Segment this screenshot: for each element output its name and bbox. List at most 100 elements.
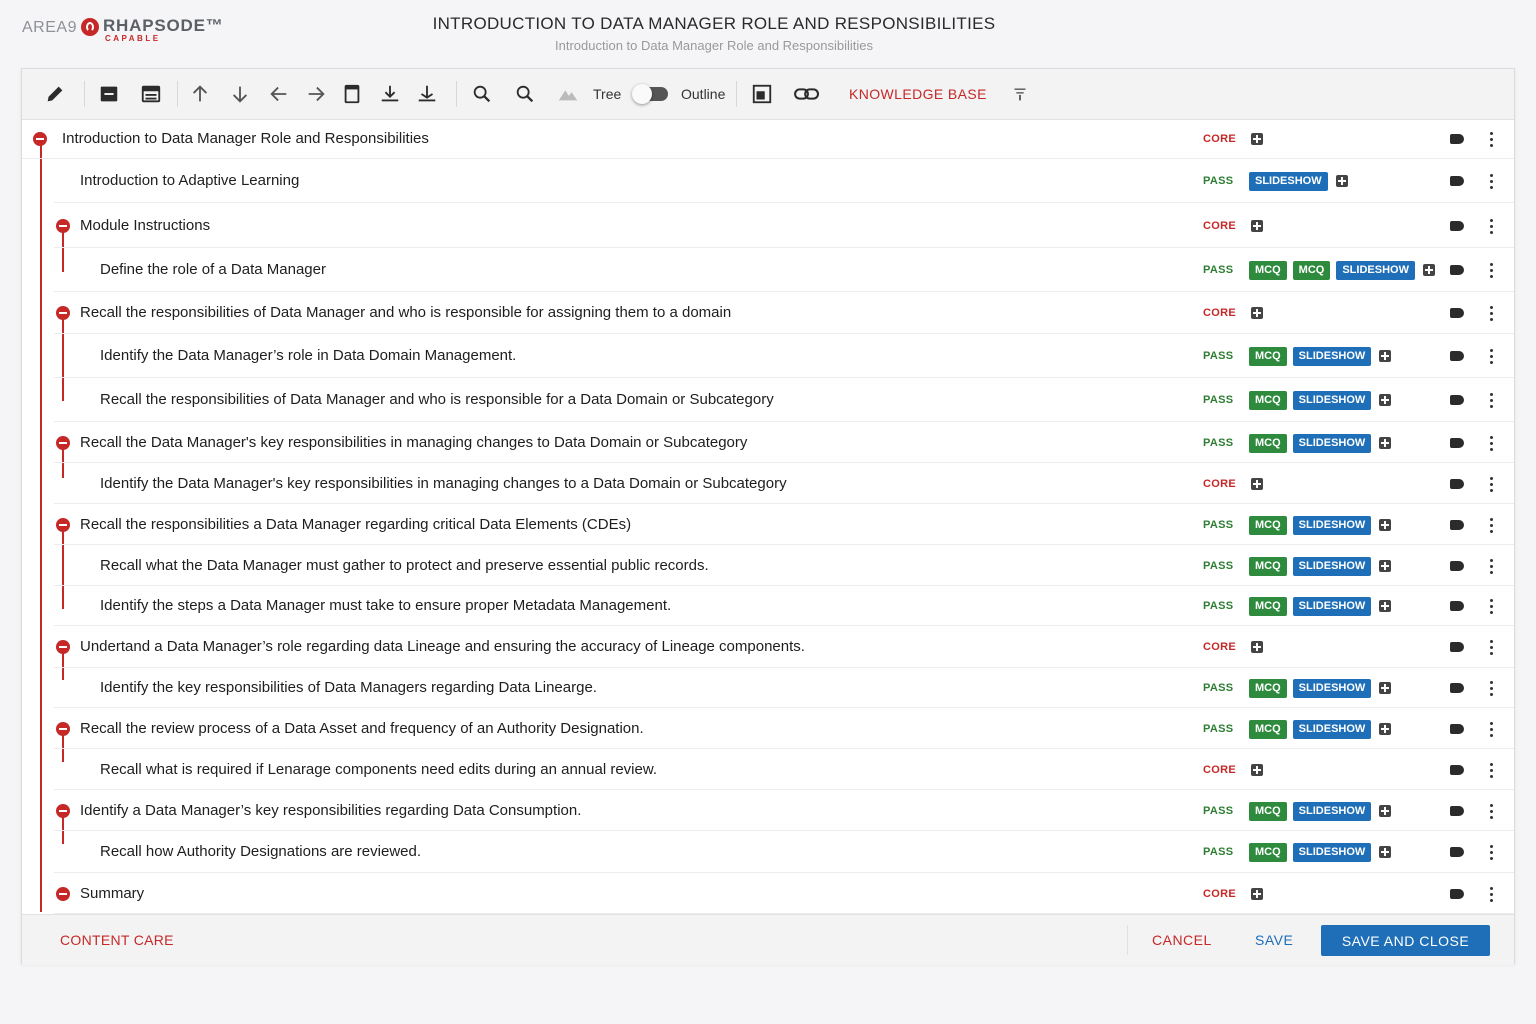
add-content-icon[interactable]: [1251, 764, 1263, 776]
tree-row[interactable]: Identify the steps a Data Manager must t…: [54, 586, 1514, 626]
more-options-icon[interactable]: [1490, 640, 1494, 656]
mountain-icon[interactable]: [556, 82, 580, 106]
add-content-icon[interactable]: [1251, 307, 1263, 319]
collapse-all-icon[interactable]: [97, 82, 121, 106]
collapse-node-icon[interactable]: [56, 436, 70, 450]
collapse-node-icon[interactable]: [33, 132, 47, 146]
add-content-icon[interactable]: [1251, 220, 1263, 232]
tree-row[interactable]: Undertand a Data Manager’s role regardin…: [54, 626, 1514, 668]
arrow-down-icon[interactable]: [228, 82, 252, 106]
tree-row[interactable]: Recall the Data Manager's key responsibi…: [54, 422, 1514, 463]
expand-all-icon[interactable]: [139, 82, 163, 106]
tree-row[interactable]: Recall what is required if Lenarage comp…: [54, 749, 1514, 790]
preview-icon[interactable]: [750, 82, 774, 106]
filter-icon[interactable]: [1008, 82, 1032, 106]
add-content-icon[interactable]: [1251, 478, 1263, 490]
tree-row[interactable]: Identify the Data Manager’s role in Data…: [54, 334, 1514, 378]
tree-row[interactable]: Identify a Data Manager’s key responsibi…: [54, 790, 1514, 831]
mcq-tag[interactable]: MCQ: [1292, 260, 1331, 280]
cancel-button[interactable]: CANCEL: [1152, 932, 1212, 948]
add-content-icon[interactable]: [1379, 437, 1392, 449]
mcq-tag[interactable]: MCQ: [1249, 515, 1287, 535]
add-content-icon[interactable]: [1251, 133, 1263, 145]
add-content-icon[interactable]: [1251, 888, 1263, 900]
add-content-icon[interactable]: [1379, 350, 1392, 362]
label-tag-icon[interactable]: [1450, 601, 1464, 611]
label-tag-icon[interactable]: [1450, 221, 1464, 231]
more-options-icon[interactable]: [1490, 132, 1494, 148]
zoom-icon[interactable]: [513, 82, 537, 106]
label-tag-icon[interactable]: [1450, 889, 1464, 899]
slideshow-tag[interactable]: SLIDESHOW: [1292, 842, 1372, 862]
slideshow-tag[interactable]: SLIDESHOW: [1292, 596, 1372, 616]
tree-outline-toggle[interactable]: [632, 84, 668, 104]
tree-row[interactable]: Identify the key responsibilities of Dat…: [54, 668, 1514, 708]
mcq-tag[interactable]: MCQ: [1249, 678, 1287, 698]
more-options-icon[interactable]: [1490, 681, 1494, 697]
knowledge-base-link[interactable]: KNOWLEDGE BASE: [849, 86, 987, 102]
label-tag-icon[interactable]: [1450, 520, 1464, 530]
tree-row[interactable]: Define the role of a Data Manager PASS MCQ…: [54, 248, 1514, 292]
tree-row[interactable]: Identify the Data Manager's key responsi…: [54, 463, 1514, 504]
more-options-icon[interactable]: [1490, 349, 1494, 365]
label-tag-icon[interactable]: [1450, 765, 1464, 775]
add-content-icon[interactable]: [1422, 264, 1435, 276]
add-content-icon[interactable]: [1379, 519, 1392, 531]
label-tag-icon[interactable]: [1450, 847, 1464, 857]
label-tag-icon[interactable]: [1450, 683, 1464, 693]
collapse-node-icon[interactable]: [56, 722, 70, 736]
mcq-tag[interactable]: MCQ: [1249, 596, 1287, 616]
more-options-icon[interactable]: [1490, 436, 1494, 452]
more-options-icon[interactable]: [1490, 518, 1494, 534]
mcq-tag[interactable]: MCQ: [1249, 842, 1287, 862]
label-tag-icon[interactable]: [1450, 806, 1464, 816]
save-button[interactable]: SAVE: [1255, 932, 1293, 948]
slideshow-tag[interactable]: SLIDESHOW: [1292, 556, 1372, 576]
add-content-icon[interactable]: [1251, 641, 1263, 653]
more-options-icon[interactable]: [1490, 306, 1494, 322]
more-options-icon[interactable]: [1490, 887, 1494, 903]
more-options-icon[interactable]: [1490, 763, 1494, 779]
mcq-tag[interactable]: MCQ: [1249, 719, 1287, 739]
add-content-icon[interactable]: [1379, 560, 1392, 572]
mcq-tag[interactable]: MCQ: [1249, 433, 1287, 453]
content-care-button[interactable]: CONTENT CARE: [60, 932, 174, 948]
slideshow-tag[interactable]: SLIDESHOW: [1292, 719, 1372, 739]
tree-row[interactable]: Module Instructions CORE: [54, 203, 1514, 248]
add-content-icon[interactable]: [1379, 600, 1392, 612]
tree-row[interactable]: Recall the responsibilities a Data Manag…: [54, 504, 1514, 545]
slideshow-tag[interactable]: SLIDESHOW: [1292, 390, 1372, 410]
page-icon[interactable]: [340, 82, 364, 106]
arrow-left-icon[interactable]: [267, 82, 291, 106]
collapse-node-icon[interactable]: [56, 804, 70, 818]
add-content-icon[interactable]: [1379, 682, 1392, 694]
arrow-right-icon[interactable]: [304, 82, 328, 106]
label-tag-icon[interactable]: [1450, 561, 1464, 571]
tree-row[interactable]: Summary CORE: [54, 873, 1514, 914]
more-options-icon[interactable]: [1490, 804, 1494, 820]
slideshow-tag[interactable]: SLIDESHOW: [1292, 801, 1372, 821]
tree-row[interactable]: Introduction to Adaptive Learning PASS SLI…: [54, 159, 1514, 203]
tree-row[interactable]: Recall the responsibilities of Data Mana…: [54, 378, 1514, 422]
add-content-icon[interactable]: [1335, 175, 1348, 187]
slideshow-tag[interactable]: SLIDESHOW: [1292, 678, 1372, 698]
label-tag-icon[interactable]: [1450, 438, 1464, 448]
add-content-icon[interactable]: [1379, 723, 1392, 735]
label-tag-icon[interactable]: [1450, 479, 1464, 489]
slideshow-tag[interactable]: SLIDESHOW: [1249, 171, 1328, 191]
label-tag-icon[interactable]: [1450, 134, 1464, 144]
slideshow-tag[interactable]: SLIDESHOW: [1292, 433, 1372, 453]
label-tag-icon[interactable]: [1450, 724, 1464, 734]
tree-row[interactable]: Recall the review process of a Data Asse…: [54, 708, 1514, 749]
label-tag-icon[interactable]: [1450, 351, 1464, 361]
tree-row[interactable]: Recall the responsibilities of Data Mana…: [54, 292, 1514, 334]
search-icon[interactable]: [470, 82, 494, 106]
label-tag-icon[interactable]: [1450, 395, 1464, 405]
tree-row[interactable]: Recall how Authority Designations are re…: [54, 831, 1514, 873]
label-tag-icon[interactable]: [1450, 176, 1464, 186]
mcq-tag[interactable]: MCQ: [1249, 260, 1287, 280]
export-icon[interactable]: [415, 82, 439, 106]
slideshow-tag[interactable]: SLIDESHOW: [1292, 346, 1372, 366]
link-icon[interactable]: [792, 82, 822, 106]
add-content-icon[interactable]: [1379, 394, 1392, 406]
